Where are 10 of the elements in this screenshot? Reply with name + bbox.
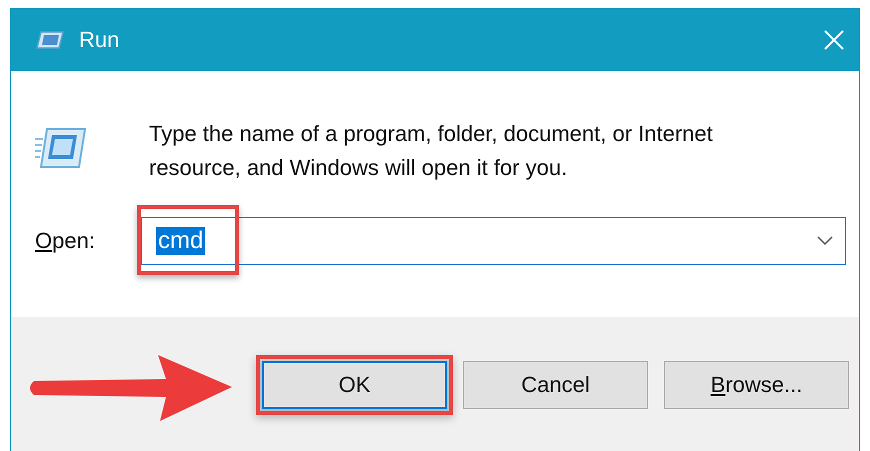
run-icon <box>35 125 87 171</box>
chevron-icon[interactable] <box>817 236 833 246</box>
dialog-button[interactable]: Cancel <box>463 361 648 409</box>
run-icon <box>35 30 65 50</box>
close-icon[interactable] <box>823 29 845 51</box>
instruction-text: Type the name of a program, folder, document, or Internet resource, and Windows will open it for you. <box>149 120 714 182</box>
window-title: Run <box>79 27 120 53</box>
open-label: Open: <box>35 228 96 254</box>
dialog-button[interactable]: Browse... <box>664 361 849 409</box>
open-combobox[interactable]: cmd <box>141 217 846 265</box>
